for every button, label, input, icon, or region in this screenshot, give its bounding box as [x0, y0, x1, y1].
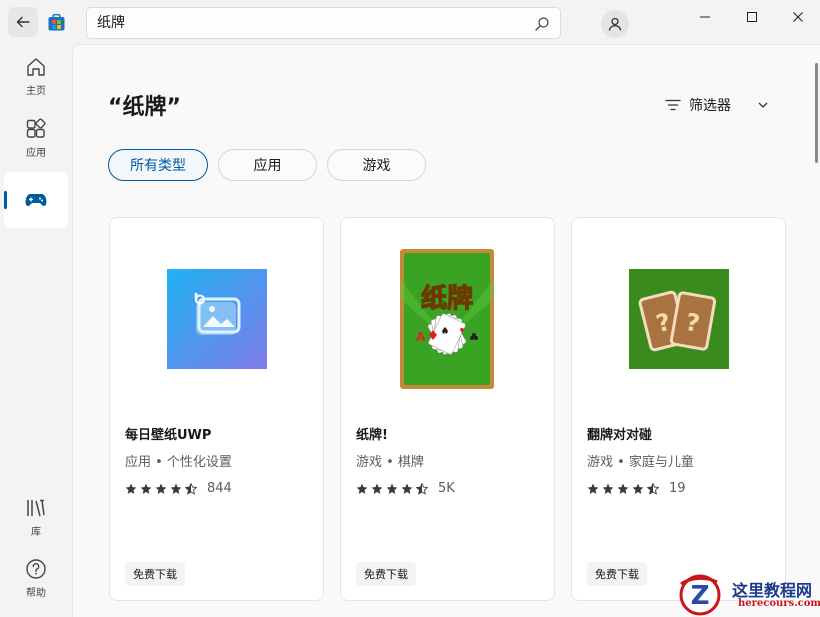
- sidebar-item-label: 帮助: [26, 587, 46, 599]
- close-button[interactable]: [783, 6, 813, 28]
- maximize-button[interactable]: [737, 6, 767, 28]
- sidebar-item-help[interactable]: 帮助: [4, 550, 68, 606]
- sidebar-item-apps[interactable]: 应用: [4, 110, 68, 166]
- app-category: 游戏 • 棋牌: [356, 455, 424, 470]
- chip-label: 游戏: [362, 158, 391, 174]
- watermark-logo-icon: Z: [679, 574, 721, 616]
- price-badge: 免费下载: [587, 562, 647, 586]
- solitaire-game-cover: A 纸牌: [400, 249, 494, 389]
- app-name: 翻牌对对碰: [587, 428, 653, 443]
- back-button[interactable]: [8, 7, 38, 37]
- app-category: 游戏 • 家庭与儿童: [587, 455, 694, 470]
- app-rating: 844: [125, 481, 232, 496]
- flip-match-game-icon: ? ?: [629, 269, 729, 369]
- sidebar: 主页 应用 库 帮助: [0, 44, 72, 617]
- chip-all-types[interactable]: 所有类型: [108, 149, 208, 181]
- page-title: “纸牌”: [108, 95, 181, 120]
- stars-icon: [356, 482, 431, 495]
- wallpaper-app-icon: [167, 269, 267, 369]
- type-chips: 所有类型 应用 游戏: [108, 149, 426, 181]
- app-category: 应用 • 个性化设置: [125, 455, 232, 470]
- star-icon: [401, 483, 413, 494]
- rating-count: 844: [207, 481, 232, 496]
- star-icon: [602, 483, 614, 494]
- close-icon: [793, 12, 803, 22]
- result-card-daily-wallpaper[interactable]: 每日壁纸UWP 应用 • 个性化设置 844 免费下载: [109, 217, 324, 601]
- help-icon: [26, 558, 46, 579]
- chip-apps[interactable]: 应用: [218, 149, 317, 181]
- star-icon: [185, 482, 197, 495]
- app-name: 纸牌!: [356, 428, 388, 443]
- maximize-icon: [747, 12, 757, 22]
- cover-title: 纸牌: [421, 283, 473, 314]
- star-icon: [140, 483, 152, 494]
- filter-button[interactable]: 筛选器: [665, 95, 769, 115]
- chip-games[interactable]: 游戏: [327, 149, 426, 181]
- sidebar-item-label: 主页: [26, 85, 46, 97]
- library-icon: [27, 499, 45, 516]
- content-panel: “纸牌” 筛选器 所有类型 应用 游戏 每日壁纸UWP 应用 • 个性化设置 8…: [72, 44, 820, 617]
- minimize-icon: [700, 16, 710, 18]
- home-icon: [27, 57, 45, 76]
- search-icon[interactable]: [534, 16, 550, 32]
- star-icon: [356, 483, 368, 494]
- apps-icon: [26, 117, 46, 138]
- rating-count: 19: [669, 481, 686, 496]
- sidebar-item-label: 应用: [26, 147, 46, 159]
- star-icon: [170, 483, 182, 494]
- gamepad-icon: [25, 194, 47, 206]
- minimize-button[interactable]: [690, 6, 720, 28]
- sidebar-item-label: 库: [31, 526, 41, 538]
- star-icon: [416, 482, 428, 495]
- star-icon: [386, 483, 398, 494]
- sidebar-item-home[interactable]: 主页: [4, 48, 68, 104]
- site-watermark: Z 这里教程网 herecours.com: [676, 574, 820, 617]
- chevron-down-icon: [758, 102, 768, 108]
- arrow-left-icon: [16, 16, 30, 28]
- stars-icon: [587, 482, 662, 495]
- sidebar-item-games[interactable]: [4, 172, 68, 228]
- star-icon: [617, 483, 629, 494]
- result-card-solitaire[interactable]: A 纸牌 纸牌! 游戏 • 棋牌 5K 免费下载: [340, 217, 555, 601]
- watermark-url: herecours.com: [738, 598, 820, 609]
- scrollbar[interactable]: [815, 63, 818, 163]
- star-icon: [587, 483, 599, 494]
- price-badge: 免费下载: [356, 562, 416, 586]
- star-icon: [647, 482, 659, 495]
- star-icon: [371, 483, 383, 494]
- chip-label: 应用: [253, 158, 282, 174]
- svg-text:Z: Z: [691, 581, 710, 611]
- filter-label: 筛选器: [689, 98, 731, 114]
- active-indicator: [4, 191, 7, 209]
- app-name: 每日壁纸UWP: [125, 428, 212, 443]
- search-box[interactable]: [86, 7, 561, 39]
- filter-icon: [665, 99, 681, 111]
- result-card-flip-match[interactable]: ? ? 翻牌对对碰 游戏 • 家庭与儿童 19 免费下载: [571, 217, 786, 601]
- stars-icon: [125, 482, 200, 495]
- sidebar-item-library[interactable]: 库: [4, 489, 68, 545]
- chip-label: 所有类型: [130, 158, 186, 174]
- app-rating: 19: [587, 481, 686, 496]
- star-icon: [125, 483, 137, 494]
- rating-count: 5K: [438, 481, 455, 496]
- app-rating: 5K: [356, 481, 455, 496]
- star-icon: [155, 483, 167, 494]
- svg-text:A: A: [416, 330, 426, 344]
- title-bar: [0, 0, 820, 44]
- price-badge: 免费下载: [125, 562, 185, 586]
- person-icon: [608, 17, 622, 31]
- star-icon: [632, 483, 644, 494]
- account-avatar[interactable]: [601, 10, 629, 38]
- store-logo-icon: [48, 14, 65, 31]
- search-input[interactable]: [97, 14, 517, 30]
